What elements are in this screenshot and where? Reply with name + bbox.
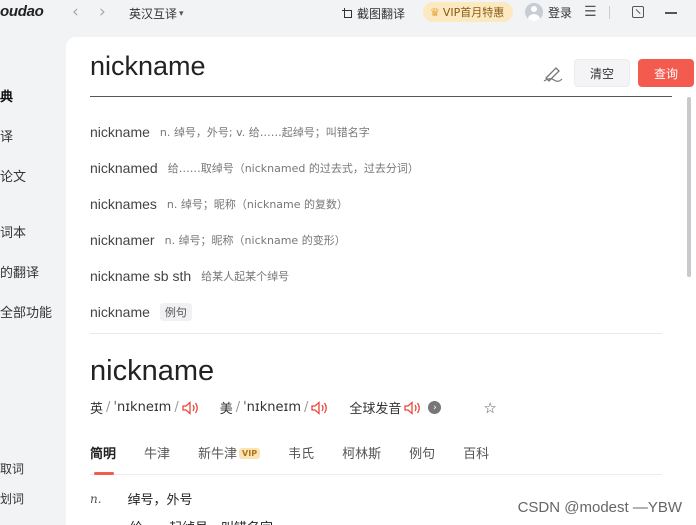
suggestion-word: nicknames (90, 196, 157, 212)
tab-label: 例句 (409, 447, 436, 462)
mini-window-icon[interactable] (632, 6, 644, 18)
clear-button[interactable]: 清空 (574, 59, 630, 87)
tab-webster[interactable]: 韦氏 (288, 443, 314, 475)
tab-examples[interactable]: 例句 (409, 443, 435, 475)
pronunciation-row: 英 / ˈnɪkneɪm / 美 / ˈnɪkneɪm / 全球发音 › ☆ (90, 398, 497, 418)
title-bar: oudao ‹ › 英汉互译 ▾ 截图翻译 ♛ VIP首月特惠 登录 ☰ (0, 0, 696, 26)
tab-label: 新牛津 (198, 447, 238, 462)
suggestion-item[interactable]: nicknamed 给……取绰号（nicknamed 的过去式，过去分词） (90, 150, 662, 186)
part-of-speech: n. (90, 491, 102, 506)
tab-label: 柯林斯 (342, 447, 382, 462)
search-button[interactable]: 查询 (638, 59, 694, 87)
sidebar: 典 译 论文 词本 的翻译 全部功能 取词 划词 (0, 26, 66, 525)
watermark: CSDN @modest —YBW (517, 499, 682, 516)
suggestion-item[interactable]: nicknames n. 绰号；昵称（nickname 的复数） (90, 186, 662, 222)
uk-pronunciation: 英 / ˈnɪkneɪm / (90, 398, 200, 417)
suggestion-definition: n. 绰号，外号; v. 给……起绰号；叫错名字 (159, 126, 370, 139)
suggestion-list: nickname n. 绰号，外号; v. 给……起绰号；叫错名字 nickna… (90, 114, 662, 330)
suggestion-word: nickname (90, 124, 150, 140)
search-input[interactable]: nickname (90, 51, 206, 82)
divider (90, 333, 662, 334)
sidebar-item-word-capture[interactable]: 取词 (0, 460, 24, 477)
tab-label: 简明 (90, 447, 117, 462)
global-speaker-icon[interactable] (404, 400, 422, 415)
tab-label: 韦氏 (288, 447, 315, 462)
vip-promo-button[interactable]: ♛ VIP首月特惠 (423, 2, 513, 22)
suggestion-definition: n. 绰号；昵称（nickname 的变形） (164, 234, 346, 247)
scrollbar[interactable] (687, 97, 692, 525)
uk-label: 英 (90, 402, 104, 417)
scrollbar-thumb[interactable] (687, 97, 691, 277)
us-label: 美 (219, 402, 233, 417)
translation-mode-label: 英汉互译 (129, 7, 178, 21)
sidebar-item-my-translations[interactable]: 的翻译 (0, 262, 39, 281)
tab-label: 牛津 (144, 447, 171, 462)
entry-headword: nickname (90, 355, 215, 387)
definition-text: 给……起绰号，叫错名字 (130, 517, 273, 525)
suggestion-item[interactable]: nickname n. 绰号，外号; v. 给……起绰号；叫错名字 (90, 114, 662, 150)
vip-badge: VIP (239, 448, 261, 459)
minimize-icon[interactable] (665, 12, 677, 14)
sidebar-item-wordbook[interactable]: 词本 (0, 222, 26, 241)
avatar-icon (525, 3, 543, 21)
slash: / (304, 400, 309, 415)
menu-icon[interactable]: ☰ (584, 4, 597, 20)
slash: / (235, 400, 241, 415)
suggestion-word: nickname (90, 304, 150, 320)
chevron-down-icon: ▾ (179, 8, 184, 19)
suggestion-item[interactable]: nickname 例句 (90, 294, 662, 330)
chevron-right-icon[interactable]: › (428, 401, 442, 414)
sidebar-item-dictionary[interactable]: 典 (0, 86, 13, 105)
screenshot-translate-button[interactable]: 截图翻译 (342, 5, 405, 22)
uk-speaker-icon[interactable] (182, 400, 200, 415)
sidebar-item-word-select[interactable]: 划词 (0, 490, 24, 507)
definition-text: 绰号，外号 (127, 493, 193, 508)
app-logo: oudao (0, 3, 44, 20)
definition-row: n. 绰号，外号 (90, 489, 193, 509)
favorite-star-icon[interactable]: ☆ (483, 399, 496, 417)
suggestion-item[interactable]: nicknamer n. 绰号；昵称（nickname 的变形） (90, 222, 662, 258)
tab-concise[interactable]: 简明 (90, 443, 116, 475)
us-pronunciation: 美 / ˈnɪkneɪm / (220, 398, 330, 417)
tab-collins[interactable]: 柯林斯 (342, 443, 381, 475)
tab-encyclopedia[interactable]: 百科 (463, 443, 489, 475)
handwriting-icon[interactable] (542, 63, 564, 83)
login-button[interactable]: 登录 (525, 3, 572, 21)
us-phonetic: ˈnɪkneɪm (243, 400, 302, 415)
suggestion-definition: 给某人起某个绰号 (201, 270, 290, 283)
crown-icon: ♛ (430, 5, 440, 19)
screenshot-translate-label: 截图翻译 (357, 7, 406, 21)
dictionary-tabs: 简明 牛津 新牛津 VIP 韦氏 柯林斯 例句 百科 (90, 443, 662, 475)
slash: / (106, 400, 111, 415)
translation-mode-select[interactable]: 英汉互译 ▾ (129, 5, 184, 22)
suggestion-definition: 给……取绰号（nicknamed 的过去式，过去分词） (167, 162, 419, 175)
back-arrow-icon[interactable]: ‹ (72, 3, 79, 21)
sidebar-item-paper[interactable]: 论文 (0, 166, 26, 185)
uk-phonetic: ˈnɪkneɪm (113, 400, 172, 415)
suggestion-word: nickname sb sth (90, 268, 192, 284)
divider (609, 6, 610, 19)
crop-icon (342, 8, 353, 19)
login-label: 登录 (548, 5, 573, 20)
tab-label: 百科 (463, 447, 490, 462)
search-box: nickname 清空 查询 (90, 51, 694, 97)
global-pronunciation-label: 全球发音 (349, 402, 402, 417)
vip-promo-label: VIP首月特惠 (442, 6, 505, 19)
suggestion-word: nicknamed (90, 160, 158, 176)
tab-oxford[interactable]: 牛津 (144, 443, 170, 475)
sidebar-item-translate[interactable]: 译 (0, 126, 13, 145)
main-panel: nickname 清空 查询 nickname n. 绰号，外号; v. 给……… (66, 37, 696, 525)
us-speaker-icon[interactable] (311, 400, 329, 415)
example-sentence-tag: 例句 (159, 303, 192, 321)
global-pronunciation: 全球发音 › (349, 398, 442, 417)
tab-new-oxford[interactable]: 新牛津 VIP (198, 443, 261, 475)
sidebar-item-all-features[interactable]: 全部功能 (0, 302, 52, 321)
suggestion-word: nicknamer (90, 232, 155, 248)
suggestion-item[interactable]: nickname sb sth 给某人起某个绰号 (90, 258, 662, 294)
suggestion-definition: n. 绰号；昵称（nickname 的复数） (166, 198, 349, 211)
slash: / (174, 400, 179, 415)
forward-arrow-icon[interactable]: › (99, 3, 106, 21)
